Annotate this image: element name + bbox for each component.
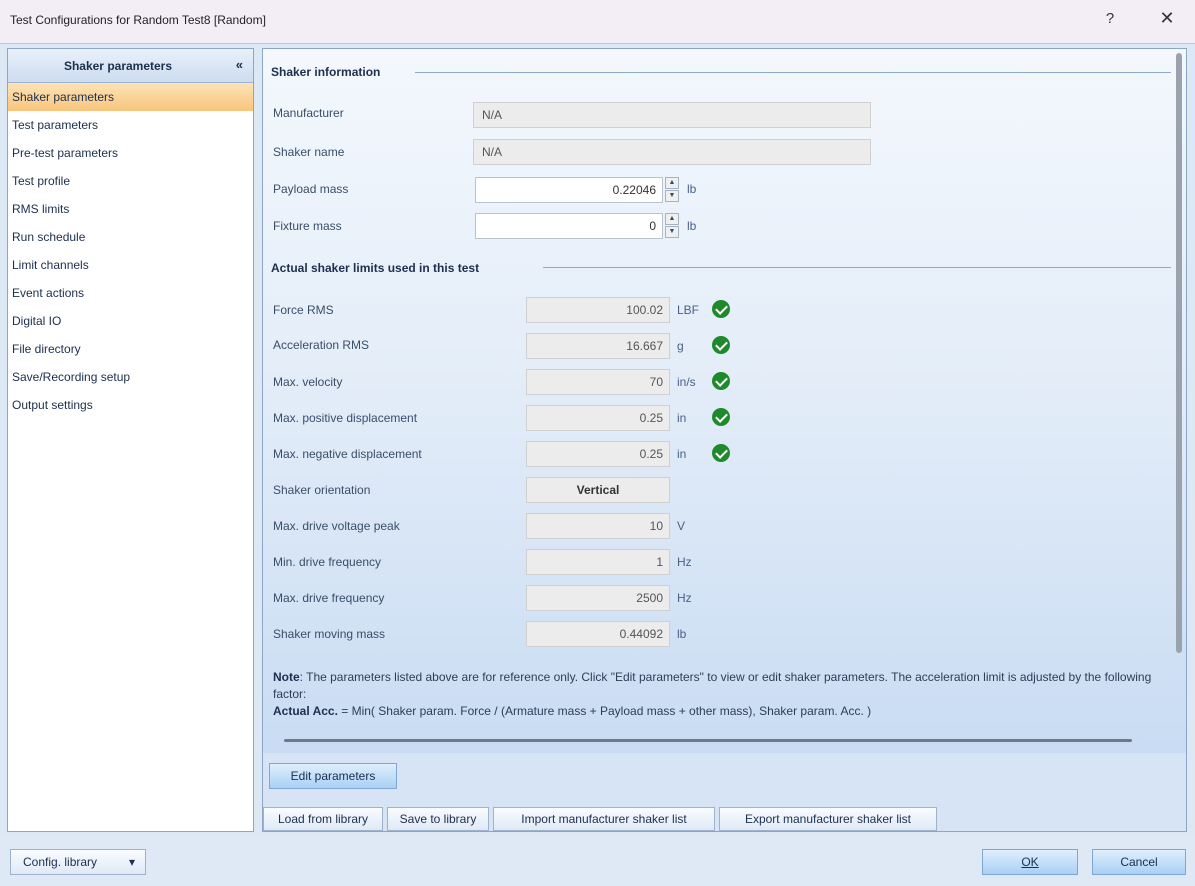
force-rms-unit: LBF (677, 303, 700, 317)
max-negative-displacement-value: 0.25 (526, 441, 670, 467)
shaker-moving-mass-value: 0.44092 (526, 621, 670, 647)
sidebar-item-run-schedule[interactable]: Run schedule (8, 223, 253, 251)
min-drive-frequency-value: 1 (526, 549, 670, 575)
max-velocity-value: 70 (526, 369, 670, 395)
shaker-orientation-value: Vertical (526, 477, 670, 503)
max-positive-displacement-label: Max. positive displacement (273, 411, 418, 425)
spin-down-icon[interactable]: ▼ (665, 190, 679, 202)
max-drive-voltage-unit: V (677, 519, 686, 533)
sidebar-item-event-actions[interactable]: Event actions (8, 279, 253, 307)
sidebar-item-output-settings[interactable]: Output settings (8, 391, 253, 419)
edit-parameters-button[interactable]: Edit parameters (269, 763, 397, 789)
import-manufacturer-list-button[interactable]: Import manufacturer shaker list (493, 807, 715, 831)
max-positive-displacement-unit: in (677, 411, 687, 425)
check-circle-icon (712, 372, 730, 390)
payload-mass-label: Payload mass (273, 182, 349, 196)
sidebar-item-test-parameters[interactable]: Test parameters (8, 111, 253, 139)
formula-text: = Min( Shaker param. Force / (Armature m… (337, 704, 872, 718)
help-button[interactable]: ? (1100, 10, 1120, 27)
check-circle-icon (712, 444, 730, 462)
acceleration-rms-label: Acceleration RMS (273, 338, 370, 352)
spin-down-icon[interactable]: ▼ (665, 226, 679, 238)
vertical-scrollbar[interactable] (1176, 53, 1182, 653)
sidebar-item-limit-channels[interactable]: Limit channels (8, 251, 253, 279)
manufacturer-label: Manufacturer (273, 106, 344, 120)
horizontal-scrollbar[interactable] (284, 739, 1132, 742)
fixture-mass-label: Fixture mass (273, 219, 342, 233)
sidebar-item-pre-test-parameters[interactable]: Pre-test parameters (8, 139, 253, 167)
load-from-library-button[interactable]: Load from library (263, 807, 383, 831)
max-drive-voltage-label: Max. drive voltage peak (273, 519, 400, 533)
shaker-moving-mass-unit: lb (677, 627, 687, 641)
section-divider (543, 267, 1171, 268)
shaker-limits-heading: Actual shaker limits used in this test (271, 261, 480, 275)
collapse-sidebar-icon[interactable]: « (236, 57, 243, 72)
cancel-button[interactable]: Cancel (1092, 849, 1186, 875)
sidebar-item-shaker-parameters[interactable]: Shaker parameters (8, 83, 253, 111)
shaker-information-heading: Shaker information (271, 65, 381, 79)
fixture-mass-spinner[interactable]: ▲ ▼ (665, 213, 679, 239)
max-positive-displacement-value: 0.25 (526, 405, 670, 431)
cancel-button-label: Cancel (1120, 855, 1158, 869)
max-drive-frequency-label: Max. drive frequency (273, 591, 385, 605)
save-to-library-button[interactable]: Save to library (387, 807, 489, 831)
spin-up-icon[interactable]: ▲ (665, 213, 679, 225)
formula-label: Actual Acc. (273, 704, 338, 718)
sidebar-item-rms-limits[interactable]: RMS limits (8, 195, 253, 223)
fixture-mass-unit: lb (687, 219, 697, 233)
shaker-moving-mass-label: Shaker moving mass (273, 627, 386, 641)
min-drive-frequency-label: Min. drive frequency (273, 555, 382, 569)
sidebar-item-test-profile[interactable]: Test profile (8, 167, 253, 195)
max-drive-frequency-value: 2500 (526, 585, 670, 611)
max-negative-displacement-unit: in (677, 447, 687, 461)
sidebar: Shaker parameters « Shaker parameters Te… (7, 48, 254, 832)
shaker-name-label: Shaker name (273, 145, 345, 159)
sidebar-item-digital-io[interactable]: Digital IO (8, 307, 253, 335)
fixture-mass-input[interactable]: 0 (475, 213, 663, 239)
max-drive-frequency-unit: Hz (677, 591, 692, 605)
export-manufacturer-list-button[interactable]: Export manufacturer shaker list (719, 807, 937, 831)
spin-up-icon[interactable]: ▲ (665, 177, 679, 189)
note-text: : The parameters listed above are for re… (273, 670, 1152, 701)
max-negative-displacement-label: Max. negative displacement (273, 447, 422, 461)
acceleration-rms-value: 16.667 (526, 333, 670, 359)
payload-mass-input[interactable]: 0.22046 (475, 177, 663, 203)
check-circle-icon (712, 300, 730, 318)
acceleration-rms-unit: g (677, 339, 684, 353)
ok-button[interactable]: OK (982, 849, 1078, 875)
sidebar-item-save-recording-setup[interactable]: Save/Recording setup (8, 363, 253, 391)
note-prefix: Note (273, 670, 300, 684)
main-panel: Shaker information Manufacturer N/A Shak… (262, 48, 1187, 832)
reference-note: Note: The parameters listed above are fo… (273, 669, 1178, 720)
payload-mass-unit: lb (687, 182, 697, 196)
close-button[interactable]: ✕ (1155, 8, 1179, 29)
bottom-bar: Config. library ▾ OK Cancel (0, 836, 1195, 886)
title-bar: Test Configurations for Random Test8 [Ra… (0, 0, 1195, 44)
check-circle-icon (712, 336, 730, 354)
config-library-dropdown[interactable]: Config. library ▾ (10, 849, 146, 875)
window-title: Test Configurations for Random Test8 [Ra… (10, 13, 266, 27)
sidebar-title: Shaker parameters (63, 59, 173, 73)
section-divider (415, 72, 1171, 73)
shaker-orientation-label: Shaker orientation (273, 483, 371, 497)
shaker-name-field: N/A (473, 139, 871, 165)
force-rms-label: Force RMS (273, 303, 334, 317)
max-drive-voltage-value: 10 (526, 513, 670, 539)
chevron-down-icon: ▾ (128, 855, 135, 869)
config-library-label: Config. library (23, 855, 98, 869)
shaker-parameters-content: Shaker information Manufacturer N/A Shak… (263, 49, 1186, 753)
force-rms-value: 100.02 (526, 297, 670, 323)
max-velocity-unit: in/s (677, 375, 696, 389)
sidebar-header: Shaker parameters « (8, 49, 253, 83)
ok-button-label: OK (1021, 855, 1039, 869)
payload-mass-spinner[interactable]: ▲ ▼ (665, 177, 679, 203)
manufacturer-field: N/A (473, 102, 871, 128)
sidebar-item-file-directory[interactable]: File directory (8, 335, 253, 363)
min-drive-frequency-unit: Hz (677, 555, 692, 569)
check-circle-icon (712, 408, 730, 426)
max-velocity-label: Max. velocity (273, 375, 343, 389)
